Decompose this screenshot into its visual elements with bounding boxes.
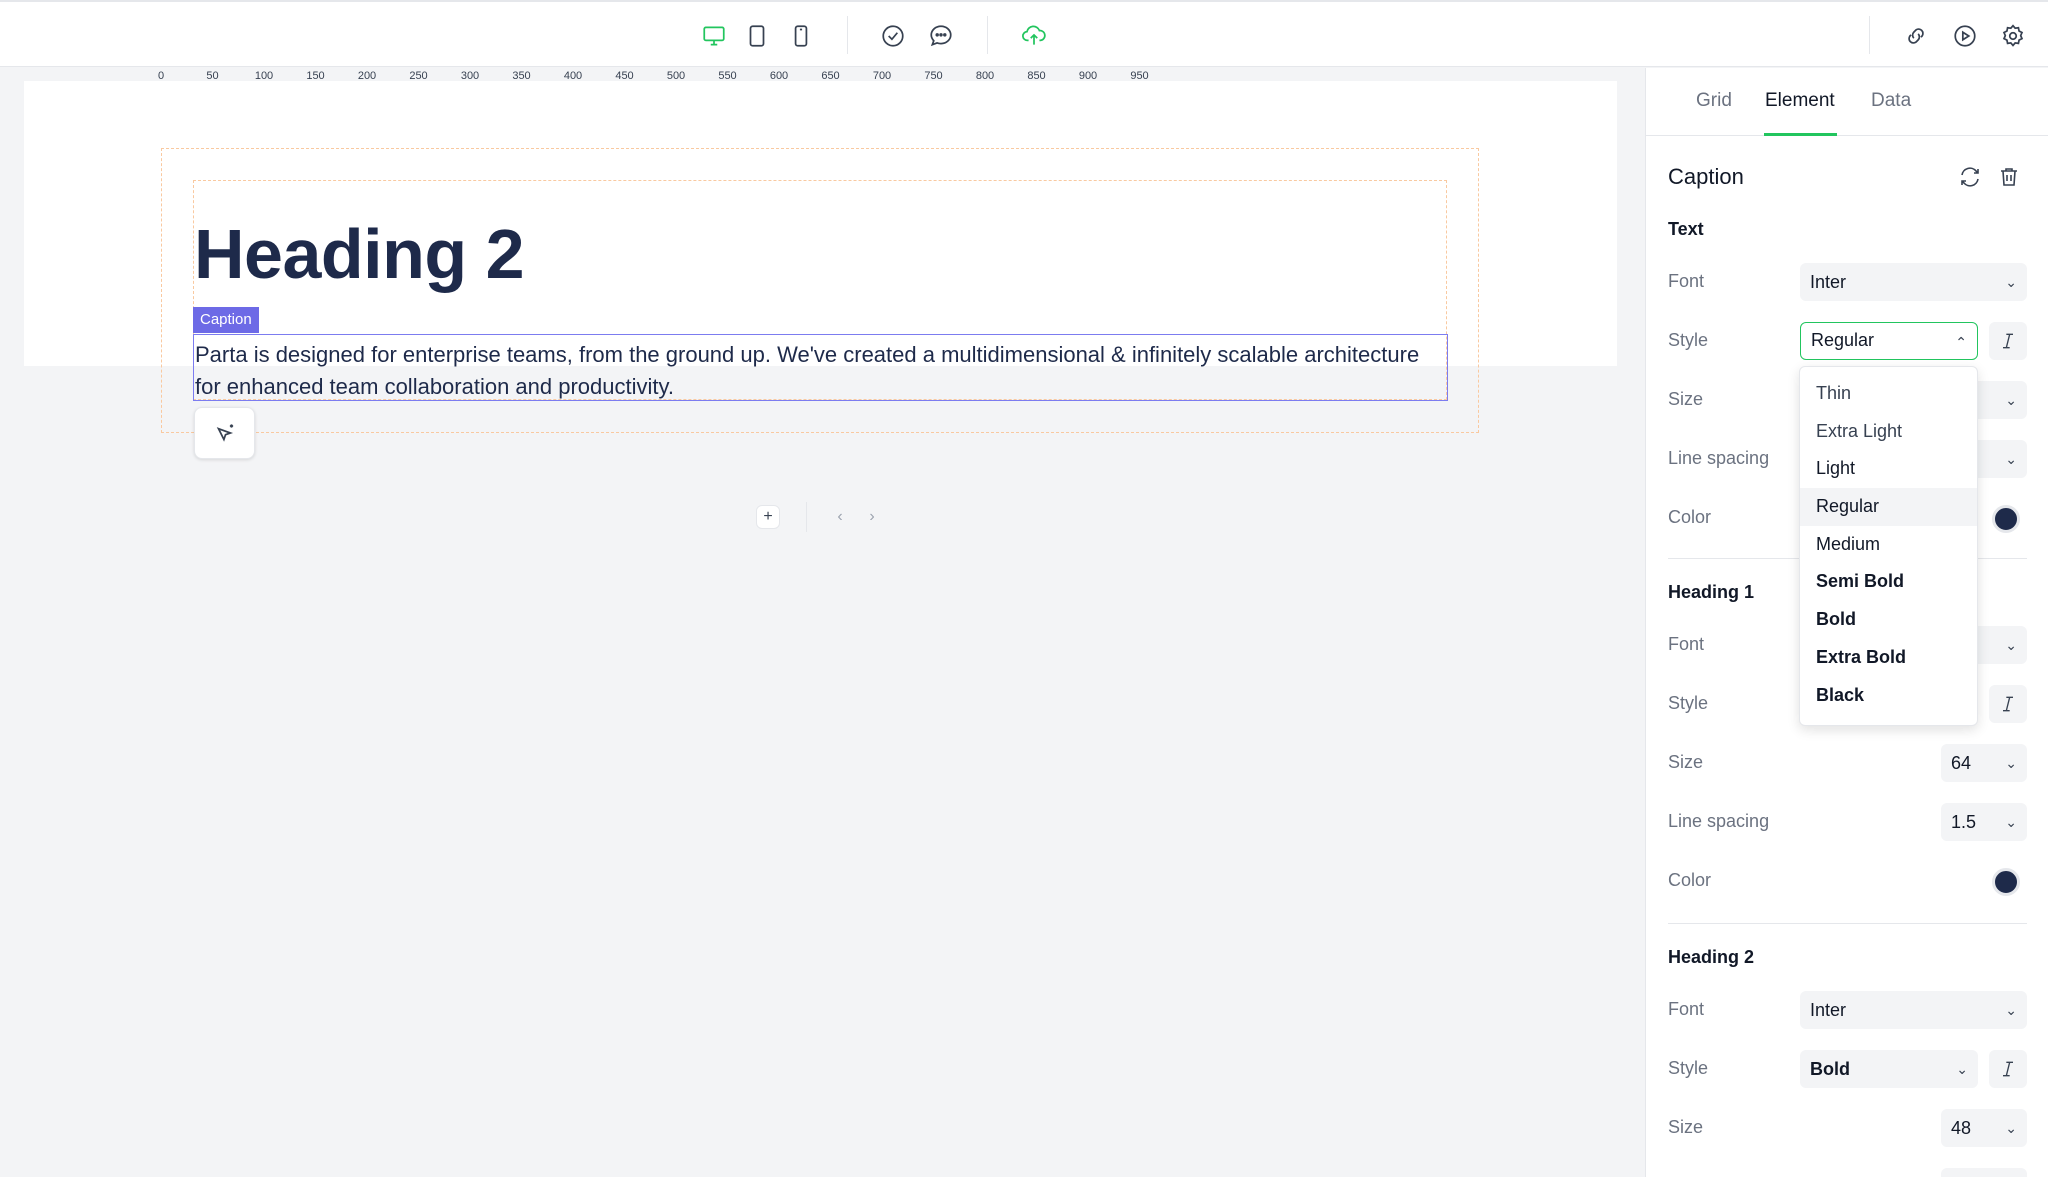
chevron-down-icon: ⌄	[2005, 451, 2017, 467]
top-toolbar	[0, 0, 2048, 67]
text-font-value: Inter	[1810, 272, 1847, 292]
caption-text[interactable]: Parta is designed for enterprise teams, …	[195, 339, 1447, 403]
heading2-section-title: Heading 2	[1668, 947, 1755, 967]
heading2-line-spacing-select[interactable]	[1941, 1168, 2027, 1177]
heading1-font-label: Font	[1668, 634, 1705, 654]
style-option[interactable]: Extra Light	[1800, 413, 1977, 451]
heading2-size-value: 48	[1951, 1118, 1972, 1138]
heading2-style-label: Style	[1668, 1058, 1709, 1078]
gear-icon[interactable]	[1999, 22, 2027, 50]
heading1-style-label: Style	[1668, 693, 1709, 713]
cursor-click-icon	[216, 424, 233, 442]
section-divider	[1668, 923, 2027, 924]
style-option[interactable]: Thin	[1800, 375, 1977, 413]
text-section-title: Text	[1668, 219, 1704, 239]
mobile-icon[interactable]	[787, 22, 815, 50]
check-circle-icon[interactable]	[879, 22, 907, 50]
heading2-size-select[interactable]: 48 ⌄	[1941, 1109, 2027, 1147]
comment-icon[interactable]	[927, 22, 955, 50]
toolbar-divider	[1869, 16, 1870, 54]
tab-data[interactable]: Data	[1871, 90, 1911, 112]
heading2-style-select[interactable]: Bold ⌄	[1800, 1050, 1978, 1088]
panel-title: Caption	[1668, 164, 1744, 189]
toolbar-divider	[847, 16, 848, 54]
style-dropdown-menu: Thin Extra Light Light Regular Medium Semi Bo…	[1799, 366, 1978, 726]
caption-tag: Caption	[193, 307, 259, 333]
style-option[interactable]: Black	[1800, 677, 1977, 715]
text-color-label: Color	[1668, 507, 1712, 527]
heading2-font-value: Inter	[1810, 1000, 1847, 1020]
heading1-color-label: Color	[1668, 870, 1712, 890]
chevron-down-icon: ⌄	[2005, 1002, 2017, 1018]
heading1-size-value: 64	[1951, 753, 1972, 773]
heading1-section-title: Heading 1	[1668, 582, 1755, 602]
chevron-down-icon: ⌄	[2005, 274, 2017, 290]
heading2-style-value: Bold	[1810, 1059, 1850, 1079]
italic-icon	[2003, 696, 2013, 712]
desktop-icon[interactable]	[700, 22, 728, 50]
canvas-heading[interactable]: Heading 2	[194, 212, 525, 296]
tablet-icon[interactable]	[743, 22, 771, 50]
toolbar-divider	[987, 16, 988, 54]
italic-icon	[2003, 1061, 2013, 1077]
link-icon[interactable]	[1902, 22, 1930, 50]
style-option[interactable]: Medium	[1800, 526, 1977, 564]
heading1-line-spacing-value: 1.5	[1951, 812, 1977, 832]
panel-tabs: Grid Element Data	[1646, 68, 2048, 136]
style-option[interactable]: Semi Bold	[1800, 563, 1977, 601]
heading1-italic-toggle[interactable]	[1989, 685, 2027, 723]
style-option[interactable]: Light	[1800, 450, 1977, 488]
heading1-size-label: Size	[1668, 752, 1704, 772]
element-tool-button[interactable]	[194, 407, 255, 459]
style-option[interactable]: Regular	[1800, 488, 1977, 526]
active-tab-indicator	[1764, 133, 1837, 136]
text-font-label: Font	[1668, 271, 1705, 291]
chevron-down-icon: ⌄	[1956, 1061, 1968, 1077]
heading1-line-spacing-select[interactable]: 1.5 ⌄	[1941, 803, 2027, 841]
text-font-select[interactable]: Inter ⌄	[1800, 263, 2027, 301]
italic-toggle[interactable]	[1989, 322, 2027, 360]
prev-button[interactable]: ‹	[828, 505, 852, 529]
chevron-down-icon: ⌄	[2005, 755, 2017, 771]
tab-element[interactable]: Element	[1765, 90, 1835, 112]
add-section-button[interactable]: +	[756, 505, 780, 529]
text-size-label: Size	[1668, 389, 1704, 409]
heading1-size-select[interactable]: 64 ⌄	[1941, 744, 2027, 782]
swap-icon[interactable]	[1957, 164, 1983, 190]
style-option[interactable]: Bold	[1800, 601, 1977, 639]
text-color-swatch[interactable]	[1992, 505, 2020, 533]
chevron-down-icon: ⌄	[2005, 637, 2017, 653]
trash-icon[interactable]	[1996, 164, 2022, 190]
style-option[interactable]: Extra Bold	[1800, 639, 1977, 677]
heading1-line-spacing-label: Line spacing	[1668, 811, 1770, 831]
caption-element[interactable]: Parta is designed for enterprise teams, …	[193, 334, 1448, 401]
heading2-size-label: Size	[1668, 1117, 1704, 1137]
heading2-font-label: Font	[1668, 999, 1705, 1019]
heading2-font-select[interactable]: Inter ⌄	[1800, 991, 2027, 1029]
tab-grid[interactable]: Grid	[1696, 90, 1732, 112]
chevron-down-icon: ⌄	[2005, 1120, 2017, 1136]
cloud-upload-icon[interactable]	[1020, 22, 1048, 50]
control-divider	[806, 502, 807, 532]
text-style-value: Regular	[1811, 330, 1875, 350]
chevron-up-icon: ⌃	[1955, 334, 1967, 350]
text-line-spacing-label: Line spacing	[1668, 448, 1770, 468]
text-style-label: Style	[1668, 330, 1709, 350]
chevron-down-icon: ⌄	[2005, 814, 2017, 830]
play-icon[interactable]	[1951, 22, 1979, 50]
heading2-italic-toggle[interactable]	[1989, 1050, 2027, 1088]
text-style-select[interactable]: Regular ⌃	[1800, 322, 1978, 360]
chevron-down-icon: ⌄	[2005, 392, 2017, 408]
next-button[interactable]: ›	[860, 505, 884, 529]
italic-icon	[2003, 333, 2013, 349]
heading1-color-swatch[interactable]	[1992, 868, 2020, 896]
